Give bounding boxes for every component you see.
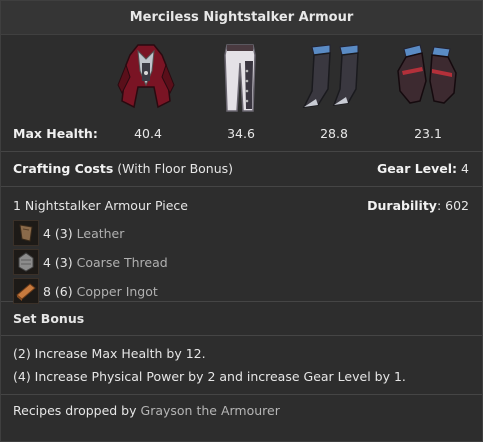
set-bonus-title: Set Bonus bbox=[13, 311, 85, 326]
durability-value: : 602 bbox=[436, 198, 469, 213]
armour-piece-requirement: 1 Nightstalker Armour Piece bbox=[13, 198, 188, 213]
material-name: Coarse Thread bbox=[76, 254, 168, 270]
coarse-thread-icon bbox=[13, 249, 39, 275]
max-health-value-chest: 40.4 bbox=[134, 126, 162, 141]
material-item[interactable]: 4 (3) Leather bbox=[13, 220, 124, 246]
leather-icon bbox=[13, 220, 39, 246]
recipe-source-npc[interactable]: Grayson the Armourer bbox=[141, 403, 280, 418]
material-quantity: 4 (3) bbox=[43, 254, 73, 270]
material-name: Leather bbox=[76, 225, 125, 241]
recipe-source-prefix: Recipes dropped by bbox=[13, 403, 137, 418]
recipe-source-row: Recipes dropped by Grayson the Armourer bbox=[1, 395, 482, 425]
material-item[interactable]: 8 (6) Copper Ingot bbox=[13, 278, 158, 304]
armour-pieces-row bbox=[1, 35, 482, 117]
max-health-value-leggings: 34.6 bbox=[227, 126, 255, 141]
set-bonus-header: Set Bonus bbox=[1, 302, 482, 336]
material-quantity: 8 (6) bbox=[43, 283, 73, 299]
leggings-icon[interactable] bbox=[201, 41, 277, 113]
crafting-costs-row: Crafting Costs (With Floor Bonus) Gear L… bbox=[1, 152, 482, 187]
set-bonus-line-2: (2) Increase Max Health by 12. bbox=[13, 346, 206, 361]
max-health-value-gloves: 23.1 bbox=[414, 126, 442, 141]
boots-icon[interactable] bbox=[296, 41, 372, 113]
set-bonus-line-4: (4) Increase Physical Power by 2 and inc… bbox=[13, 369, 406, 384]
floor-bonus-note: (With Floor Bonus) bbox=[117, 161, 234, 176]
set-bonus-lines: (2) Increase Max Health by 12. (4) Incre… bbox=[1, 336, 482, 395]
chest-armour-icon[interactable] bbox=[108, 41, 184, 113]
item-tooltip-panel: Merciless Nightstalker Armour Max Health… bbox=[0, 0, 483, 442]
max-health-value-boots: 28.8 bbox=[320, 126, 348, 141]
max-health-row: Max Health: 40.4 34.6 28.8 23.1 bbox=[1, 117, 482, 152]
material-item[interactable]: 4 (3) Coarse Thread bbox=[13, 249, 168, 275]
durability-label: Durability bbox=[367, 198, 437, 213]
crafting-costs-label: Crafting Costs bbox=[13, 161, 114, 176]
gear-level-value: 4 bbox=[461, 161, 469, 176]
max-health-label: Max Health: bbox=[13, 126, 98, 141]
material-quantity: 4 (3) bbox=[43, 225, 73, 241]
material-name: Copper Ingot bbox=[76, 283, 158, 299]
gear-level-label: Gear Level: bbox=[377, 161, 458, 176]
materials-section: 1 Nightstalker Armour Piece Durability: … bbox=[1, 187, 482, 304]
set-title: Merciless Nightstalker Armour bbox=[1, 1, 482, 35]
copper-ingot-icon bbox=[13, 278, 39, 304]
gloves-icon[interactable] bbox=[390, 41, 466, 113]
